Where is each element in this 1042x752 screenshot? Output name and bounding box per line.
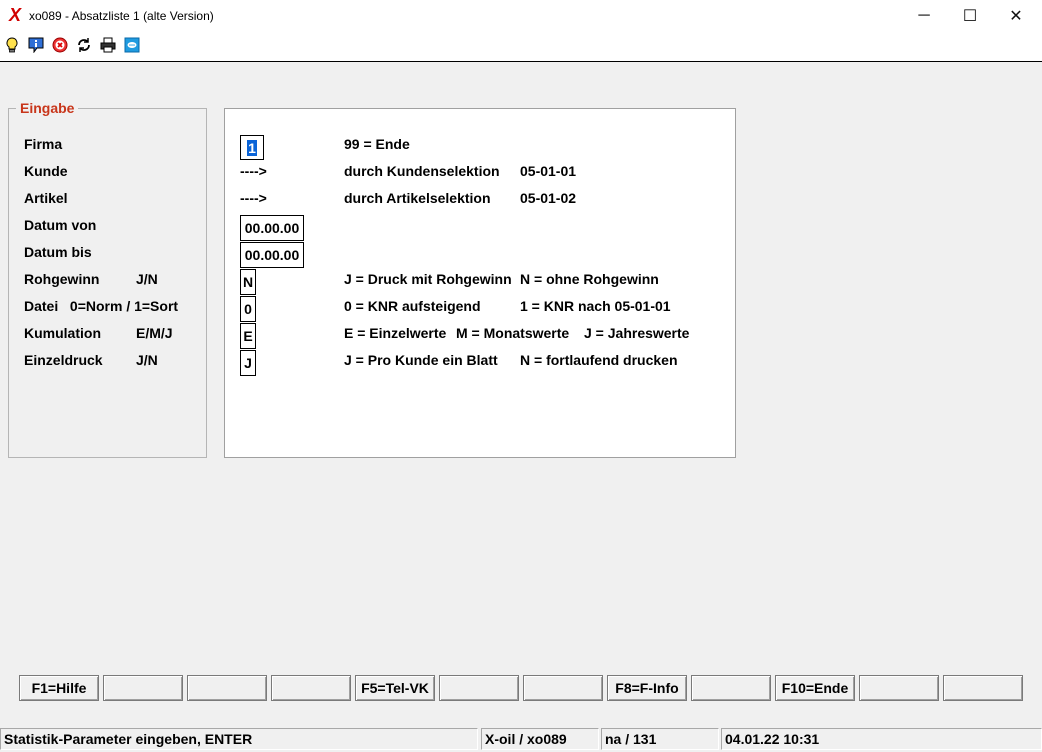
datei-input[interactable]: 0 [240,296,256,322]
f10-ende-button[interactable]: F10=Ende [775,675,855,701]
hint-firma: 99 = Ende [344,136,410,152]
f4-button[interactable] [271,675,351,701]
hint-rohgewinn-b: N = ohne Rohgewinn [520,271,659,287]
status-datetime: 04.01.22 10:31 [721,728,1042,750]
hint-kumulation-b: M = Monatswerte [456,325,570,341]
label-datum-von: Datum von [24,217,97,233]
label-einzeldruck: Einzeldruck [24,352,103,368]
maximize-button[interactable]: ☐ [947,0,993,31]
f11-button[interactable] [859,675,939,701]
firma-value: 1 [247,139,257,156]
hint-artikel: durch Artikelselektion [344,190,491,206]
hint-kumulation-c: J = Jahreswerte [584,325,690,341]
kumulation-input[interactable]: E [240,323,256,349]
label-datei: Datei 0=Norm / 1=Sort [24,298,179,314]
hint-kumulation-a: E = Einzelwerte [344,325,447,341]
firma-input[interactable]: 1 [240,135,264,160]
label-rohgewinn: Rohgewinn [24,271,100,287]
label-firma: Firma [24,136,63,152]
f12-button[interactable] [943,675,1023,701]
app-logo-icon: X [9,5,22,25]
hint-kunde-code: 05-01-01 [520,163,577,179]
print-icon[interactable] [100,37,116,53]
info-icon[interactable] [28,37,44,53]
window-title: xo089 - Absatzliste 1 (alte Version) [29,9,214,23]
cancel-icon[interactable] [52,37,68,53]
f2-button[interactable] [103,675,183,701]
f5-tel-vk-button[interactable]: F5=Tel-VK [355,675,435,701]
hint-rohgewinn-a: J = Druck mit Rohgewinn [344,271,512,287]
label-kumulation: Kumulation [24,325,101,341]
close-button[interactable]: ✕ [993,0,1039,31]
label-kunde: Kunde [24,163,68,179]
datum-bis-input[interactable]: 00.00.00 [240,242,304,268]
label-kumulation-options: E/M/J [136,325,173,341]
status-user: na / 131 [601,728,719,750]
f6-button[interactable] [439,675,519,701]
hint-artikel-code: 05-01-02 [520,190,577,206]
label-rohgewinn-options: J/N [136,271,158,287]
chat-icon[interactable] [124,37,140,53]
f8-f-info-button[interactable]: F8=F-Info [607,675,687,701]
datum-von-input[interactable]: 00.00.00 [240,215,304,241]
artikel-arrow[interactable]: ----> [240,190,267,206]
label-artikel: Artikel [24,190,68,206]
hint-datei-a: 0 = KNR aufsteigend [344,298,481,314]
f9-button[interactable] [691,675,771,701]
minimize-button[interactable]: ─ [901,0,947,31]
eingabe-legend: Eingabe [16,100,79,116]
hint-einzeldruck-b: N = fortlaufend drucken [520,352,678,368]
f1-help-button[interactable]: F1=Hilfe [19,675,99,701]
status-message: Statistik-Parameter eingeben, ENTER [0,728,478,750]
rohgewinn-input[interactable]: N [240,269,256,295]
f7-button[interactable] [523,675,603,701]
hint-datei-b: 1 = KNR nach 05-01-01 [520,298,671,314]
kunde-arrow[interactable]: ----> [240,163,267,179]
status-program: X-oil / xo089 [481,728,599,750]
f3-button[interactable] [187,675,267,701]
hint-kunde: durch Kundenselektion [344,163,500,179]
label-einzeldruck-options: J/N [136,352,158,368]
refresh-icon[interactable] [76,37,92,53]
label-datum-bis: Datum bis [24,244,92,260]
lightbulb-icon[interactable] [4,37,20,53]
einzeldruck-input[interactable]: J [240,350,256,376]
toolbar [0,31,1042,62]
hint-einzeldruck-a: J = Pro Kunde ein Blatt [344,352,498,368]
